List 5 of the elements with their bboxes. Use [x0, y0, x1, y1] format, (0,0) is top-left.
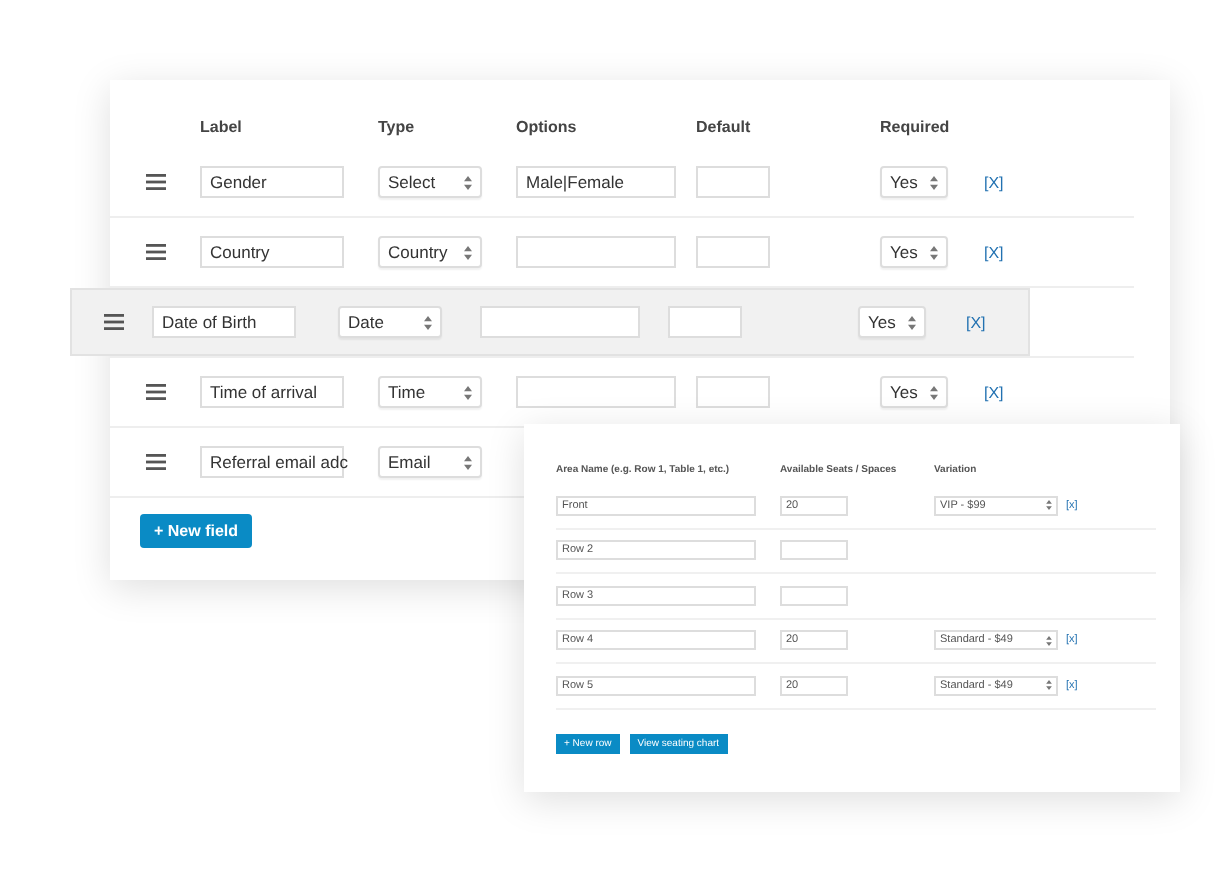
column-header: Default — [696, 117, 753, 135]
column-header: Options — [516, 117, 579, 135]
column-header: Required — [880, 117, 952, 135]
column-header: Type — [378, 117, 417, 135]
column-header: Label — [200, 117, 244, 135]
